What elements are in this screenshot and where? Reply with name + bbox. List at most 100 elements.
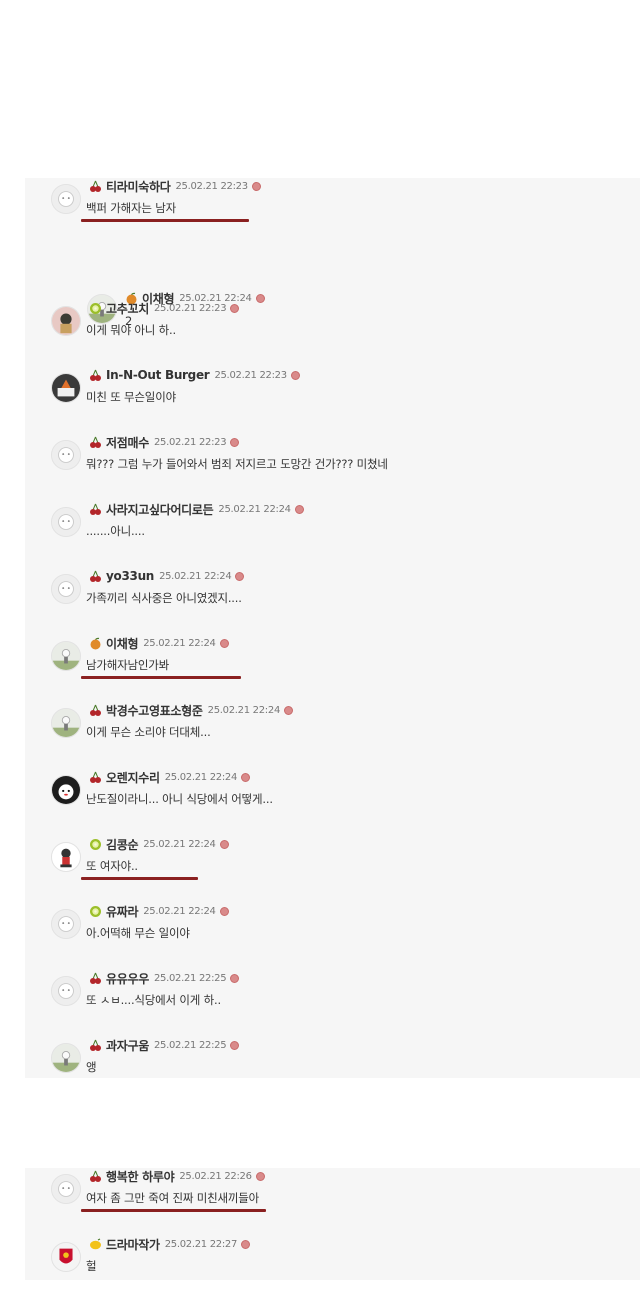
timestamp: 25.02.21 22:24 xyxy=(143,838,216,850)
comment-meta: 과자구움 25.02.21 22:25 xyxy=(89,1037,240,1054)
nickname[interactable]: 이채형 xyxy=(106,635,139,652)
comment-text: 여자 좀 그만 죽여 진짜 미친새끼들아 xyxy=(86,1191,259,1205)
timestamp: 25.02.21 22:24 xyxy=(164,771,238,783)
nickname[interactable]: yo33un xyxy=(106,569,154,583)
nickname[interactable]: 드라마작가 xyxy=(106,1236,160,1253)
avatar[interactable] xyxy=(51,1043,81,1073)
nickname[interactable]: 저점매수 xyxy=(106,434,149,451)
avatar[interactable] xyxy=(51,373,81,403)
report-icon[interactable] xyxy=(284,705,294,715)
timestamp: 25.02.21 22:25 xyxy=(153,1039,227,1051)
nickname[interactable]: 오렌지수리 xyxy=(106,769,160,786)
comment-text: 가족끼리 식사중은 아니였겠지.... xyxy=(86,591,242,605)
avatar[interactable] xyxy=(51,641,81,671)
comment-item: 티라미숙하다 25.02.21 22:23 백퍼 가해자는 남자 xyxy=(25,178,640,238)
comment-text: 앵 xyxy=(86,1060,97,1074)
report-icon[interactable] xyxy=(230,437,240,447)
comment-text: 난도질이라니... 아니 식당에서 어떻게... xyxy=(86,792,273,806)
nickname[interactable]: 행복한 하루야 xyxy=(106,1168,175,1185)
highlight-underline xyxy=(81,676,241,679)
report-icon[interactable] xyxy=(241,1239,251,1249)
avatar[interactable] xyxy=(51,1242,81,1272)
timestamp: 25.02.21 22:23 xyxy=(214,369,287,381)
cherry-icon xyxy=(89,771,102,784)
comment-text: 또 ㅅㅂ....식당에서 이게 하.. xyxy=(86,993,221,1007)
avatar[interactable] xyxy=(51,842,81,872)
highlight-underline xyxy=(81,1209,266,1212)
kiwi-icon xyxy=(89,905,102,918)
nickname[interactable]: 티라미숙하다 xyxy=(106,178,171,195)
comment-meta: 유유우우 25.02.21 22:25 xyxy=(89,970,240,987)
timestamp: 25.02.21 22:23 xyxy=(175,180,248,192)
nickname[interactable]: 유유우우 xyxy=(106,970,149,987)
cherry-icon xyxy=(89,436,102,449)
nickname[interactable]: 과자구움 xyxy=(106,1037,149,1054)
comment-item: 이채형 25.02.21 22:24 남가해자남인가봐 xyxy=(25,635,640,695)
comment-item: 저점매수 25.02.21 22:23 뭐??? 그럼 누가 들어와서 범죄 저지르… xyxy=(25,434,640,494)
cherry-icon xyxy=(89,704,102,717)
highlight-underline xyxy=(81,877,198,880)
nickname[interactable]: 유짜라 xyxy=(106,903,139,920)
report-icon[interactable] xyxy=(255,1171,265,1181)
report-icon[interactable] xyxy=(219,839,229,849)
comment-meta: 드라마작가 25.02.21 22:27 xyxy=(89,1236,251,1253)
comment-meta: 사라지고싶다어디로든 25.02.21 22:24 xyxy=(89,501,304,517)
report-icon[interactable] xyxy=(219,638,229,648)
avatar[interactable] xyxy=(51,440,81,470)
comment-item: 김콩순 25.02.21 22:24 또 여자야.. xyxy=(25,836,640,896)
comment-meta: 김콩순 25.02.21 22:24 xyxy=(89,836,229,852)
comment-item: 유짜라 25.02.21 22:24 아.어떡해 무슨 일이야 xyxy=(25,903,640,963)
cherry-icon xyxy=(89,369,102,382)
orange-icon xyxy=(89,637,102,650)
report-icon[interactable] xyxy=(230,303,240,313)
comment-item: 사라지고싶다어디로든 25.02.21 22:24 .......아니.... xyxy=(25,501,640,561)
comment-meta: 고추꼬치 25.02.21 22:23 xyxy=(89,300,240,317)
comment-text: 이게 뭐야 아니 하.. xyxy=(86,323,176,337)
avatar[interactable] xyxy=(51,184,81,214)
timestamp: 25.02.21 22:26 xyxy=(179,1170,252,1182)
comment-text: 이게 무슨 소리야 더대체... xyxy=(86,725,211,739)
avatar[interactable] xyxy=(51,306,81,336)
cherry-icon xyxy=(89,1170,102,1183)
comment-text: 또 여자야.. xyxy=(86,859,138,873)
nickname[interactable]: In-N-Out Burger xyxy=(106,368,210,382)
timestamp: 25.02.21 22:24 xyxy=(218,503,291,515)
avatar[interactable] xyxy=(51,1174,81,1204)
report-icon[interactable] xyxy=(251,181,261,191)
avatar[interactable] xyxy=(51,976,81,1006)
comment-meta: 박경수고영표소형준 25.02.21 22:24 xyxy=(89,702,294,719)
comment-text: .......아니.... xyxy=(86,524,145,538)
nickname[interactable]: 김콩순 xyxy=(106,836,139,853)
nickname[interactable]: 고추꼬치 xyxy=(106,300,149,317)
highlight-underline xyxy=(81,219,249,222)
timestamp: 25.02.21 22:24 xyxy=(143,905,216,917)
avatar[interactable] xyxy=(51,507,81,537)
cherry-icon xyxy=(89,570,102,583)
avatar[interactable] xyxy=(51,708,81,738)
comment-text: 뭐??? 그럼 누가 들어와서 범죄 저지르고 도망간 건가??? 미쳤네 xyxy=(86,457,388,471)
comment-item: 과자구움 25.02.21 22:25 앵 xyxy=(25,1037,640,1097)
comment-meta: 오렌지수리 25.02.21 22:24 xyxy=(89,769,251,786)
report-icon[interactable] xyxy=(230,1040,240,1050)
report-icon[interactable] xyxy=(219,906,229,916)
comment-item: 드라마작가 25.02.21 22:27 헐 xyxy=(25,1236,640,1296)
report-icon[interactable] xyxy=(241,772,251,782)
avatar[interactable] xyxy=(51,574,81,604)
comment-meta: 이채형 25.02.21 22:24 xyxy=(89,635,229,651)
avatar[interactable] xyxy=(51,775,81,805)
comment-item: In-N-Out Burger 25.02.21 22:23 미친 또 무슨일이야 xyxy=(25,367,640,427)
timestamp: 25.02.21 22:25 xyxy=(153,972,227,984)
nickname[interactable]: 박경수고영표소형준 xyxy=(106,702,203,719)
report-icon[interactable] xyxy=(290,370,300,380)
comment-text: 남가해자남인가봐 xyxy=(86,658,170,672)
avatar[interactable] xyxy=(51,909,81,939)
comment-panel-1: 티라미숙하다 25.02.21 22:23 백퍼 가해자는 남자 이채형 25.02.2… xyxy=(25,178,640,1078)
comment-item: yo33un 25.02.21 22:24 가족끼리 식사중은 아니였겠지.... xyxy=(25,568,640,628)
comment-item: 오렌지수리 25.02.21 22:24 난도질이라니... 아니 식당에서 어떻게… xyxy=(25,769,640,829)
cherry-icon xyxy=(89,503,102,516)
report-icon[interactable] xyxy=(230,973,240,983)
report-icon[interactable] xyxy=(235,571,245,581)
report-icon[interactable] xyxy=(294,504,304,514)
nickname[interactable]: 사라지고싶다어디로든 xyxy=(106,501,214,518)
timestamp: 25.02.21 22:24 xyxy=(207,704,281,716)
